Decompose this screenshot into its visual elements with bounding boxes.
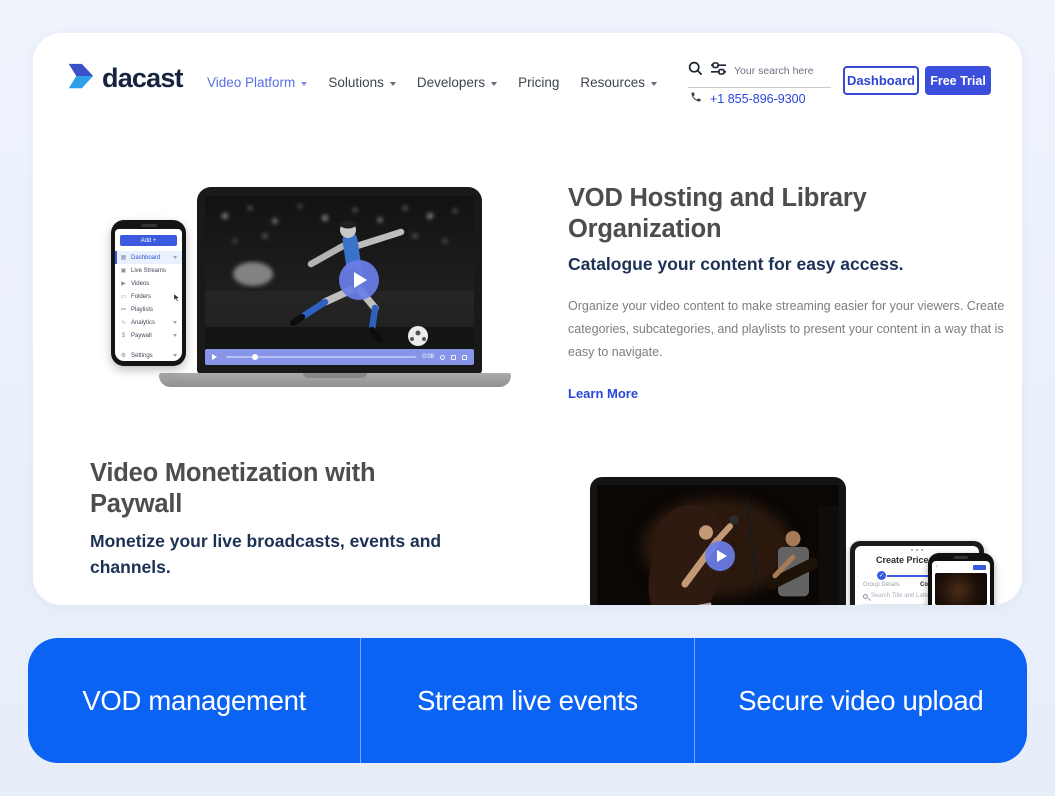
analytics-icon: ∿ — [120, 320, 127, 326]
settings-icon — [451, 355, 456, 360]
fullscreen-icon — [462, 355, 467, 360]
menu-label: Folders — [131, 294, 151, 300]
video-icon: ▶ — [120, 281, 127, 287]
screen-topbar: ‹ — [932, 561, 990, 570]
playlist-icon: ≔ — [120, 307, 127, 313]
laptop-base — [159, 373, 511, 387]
chevron-down-icon — [390, 82, 396, 86]
dacast-logo[interactable]: dacast — [65, 62, 183, 95]
action-pill — [973, 565, 986, 570]
phone-speaker — [141, 224, 157, 227]
menu-item-settings: ⚙ Settings — [115, 349, 182, 361]
chevron-down-icon — [173, 354, 177, 357]
monetization-section: Video Monetization with Paywall Monetize… — [90, 458, 475, 580]
menu-item-paywall: $ Paywall — [115, 329, 182, 342]
paywall-icon: $ — [120, 333, 127, 339]
vod-hosting-section: VOD Hosting and Library Organization Cat… — [568, 183, 1015, 403]
step-1-circle: ✓ — [877, 571, 886, 580]
video-thumbnail — [935, 573, 987, 605]
nav-label: Developers — [417, 75, 485, 90]
phone-mockup-video: ‹ — [928, 553, 994, 605]
video-player-controls: 0:08 — [205, 349, 474, 365]
phone-speaker — [954, 556, 968, 559]
nav-label: Solutions — [328, 75, 384, 90]
search-bar[interactable] — [688, 61, 831, 88]
menu-label: Live Streams — [131, 268, 166, 274]
dashboard-button[interactable]: Dashboard — [843, 66, 919, 95]
nav-developers[interactable]: Developers — [417, 75, 497, 90]
play-button-overlay — [705, 541, 735, 571]
nav-resources[interactable]: Resources — [580, 75, 657, 90]
feature-secure-video-upload[interactable]: Secure video upload — [694, 638, 1027, 763]
back-icon: ‹ — [936, 564, 938, 570]
menu-item-analytics: ∿ Analytics — [115, 316, 182, 329]
play-icon — [212, 354, 220, 360]
section-subtitle: Monetize your live broadcasts, events an… — [90, 528, 465, 580]
chevron-down-icon — [173, 334, 177, 337]
menu-label: Videos — [131, 281, 149, 287]
filter-sliders-icon[interactable] — [710, 62, 727, 80]
nav-solutions[interactable]: Solutions — [328, 75, 396, 90]
menu-label: Paywall — [131, 333, 152, 339]
video-detail-screen: ‹ — [932, 561, 990, 605]
nav-video-platform[interactable]: Video Platform — [207, 75, 307, 90]
nav-pricing[interactable]: Pricing — [518, 75, 559, 90]
menu-label: Settings — [131, 353, 153, 359]
phone-number: +1 855-896-9300 — [710, 92, 806, 106]
search-icon[interactable] — [688, 61, 703, 81]
camera-icon: ▣ — [120, 268, 127, 274]
step-1-label: Group Details — [863, 582, 900, 588]
progress-bar — [226, 356, 416, 359]
page: dacast Video Platform Solutions Develope… — [0, 0, 1055, 796]
chevron-down-icon — [651, 82, 657, 86]
cursor-pointer-icon — [173, 293, 181, 303]
video-time: 0:08 — [422, 354, 434, 360]
section-title: VOD Hosting and Library Organization — [568, 183, 920, 245]
section-title: Video Monetization with Paywall — [90, 458, 435, 520]
main-nav: Video Platform Solutions Developers Pric… — [207, 75, 657, 90]
add-button: Add + — [120, 235, 177, 246]
search-icon — [863, 594, 868, 599]
nav-label: Video Platform — [207, 75, 295, 90]
section-subtitle: Catalogue your content for easy access. — [568, 254, 1015, 275]
menu-dots-icon — [855, 549, 979, 551]
feature-vod-management[interactable]: VOD management — [28, 638, 360, 763]
chevron-down-icon — [173, 256, 177, 259]
dashboard-screen: Add + ▦ Dashboard ▣ Live Streams ▶ Video… — [115, 229, 182, 361]
menu-item-playlists: ≔ Playlists — [115, 303, 182, 316]
chevron-down-icon — [173, 321, 177, 324]
phone-mockup-dashboard: Add + ▦ Dashboard ▣ Live Streams ▶ Video… — [111, 220, 186, 366]
menu-label: Analytics — [131, 320, 155, 326]
search-input[interactable] — [734, 65, 818, 77]
menu-item-videos: ▶ Videos — [115, 277, 182, 290]
folder-icon: ▭ — [120, 294, 127, 300]
learn-more-link[interactable]: Learn More — [568, 386, 638, 401]
dashboard-icon: ▦ — [120, 255, 127, 261]
free-trial-button[interactable]: Free Trial — [925, 66, 991, 95]
menu-item-folders: ▭ Folders — [115, 290, 182, 303]
section-body: Organize your video content to make stre… — [568, 295, 1015, 364]
main-card: dacast Video Platform Solutions Develope… — [33, 33, 1022, 605]
phone-icon — [690, 91, 702, 106]
nav-label: Resources — [580, 75, 645, 90]
menu-item-live-streams: ▣ Live Streams — [115, 264, 182, 277]
menu-label: Playlists — [131, 307, 153, 313]
play-button-overlay — [339, 260, 379, 300]
phone-contact[interactable]: +1 855-896-9300 — [690, 91, 806, 106]
feature-bar: VOD management Stream live events Secure… — [28, 638, 1027, 763]
chevron-down-icon — [301, 82, 307, 86]
dacast-logo-icon — [65, 62, 95, 95]
volume-icon — [440, 355, 445, 360]
menu-label: Dashboard — [131, 255, 160, 261]
feature-stream-live-events[interactable]: Stream live events — [360, 638, 693, 763]
gear-icon: ⚙ — [120, 353, 127, 359]
nav-label: Pricing — [518, 75, 559, 90]
logo-text: dacast — [102, 63, 183, 94]
chevron-down-icon — [491, 82, 497, 86]
menu-item-dashboard: ▦ Dashboard — [115, 251, 182, 264]
